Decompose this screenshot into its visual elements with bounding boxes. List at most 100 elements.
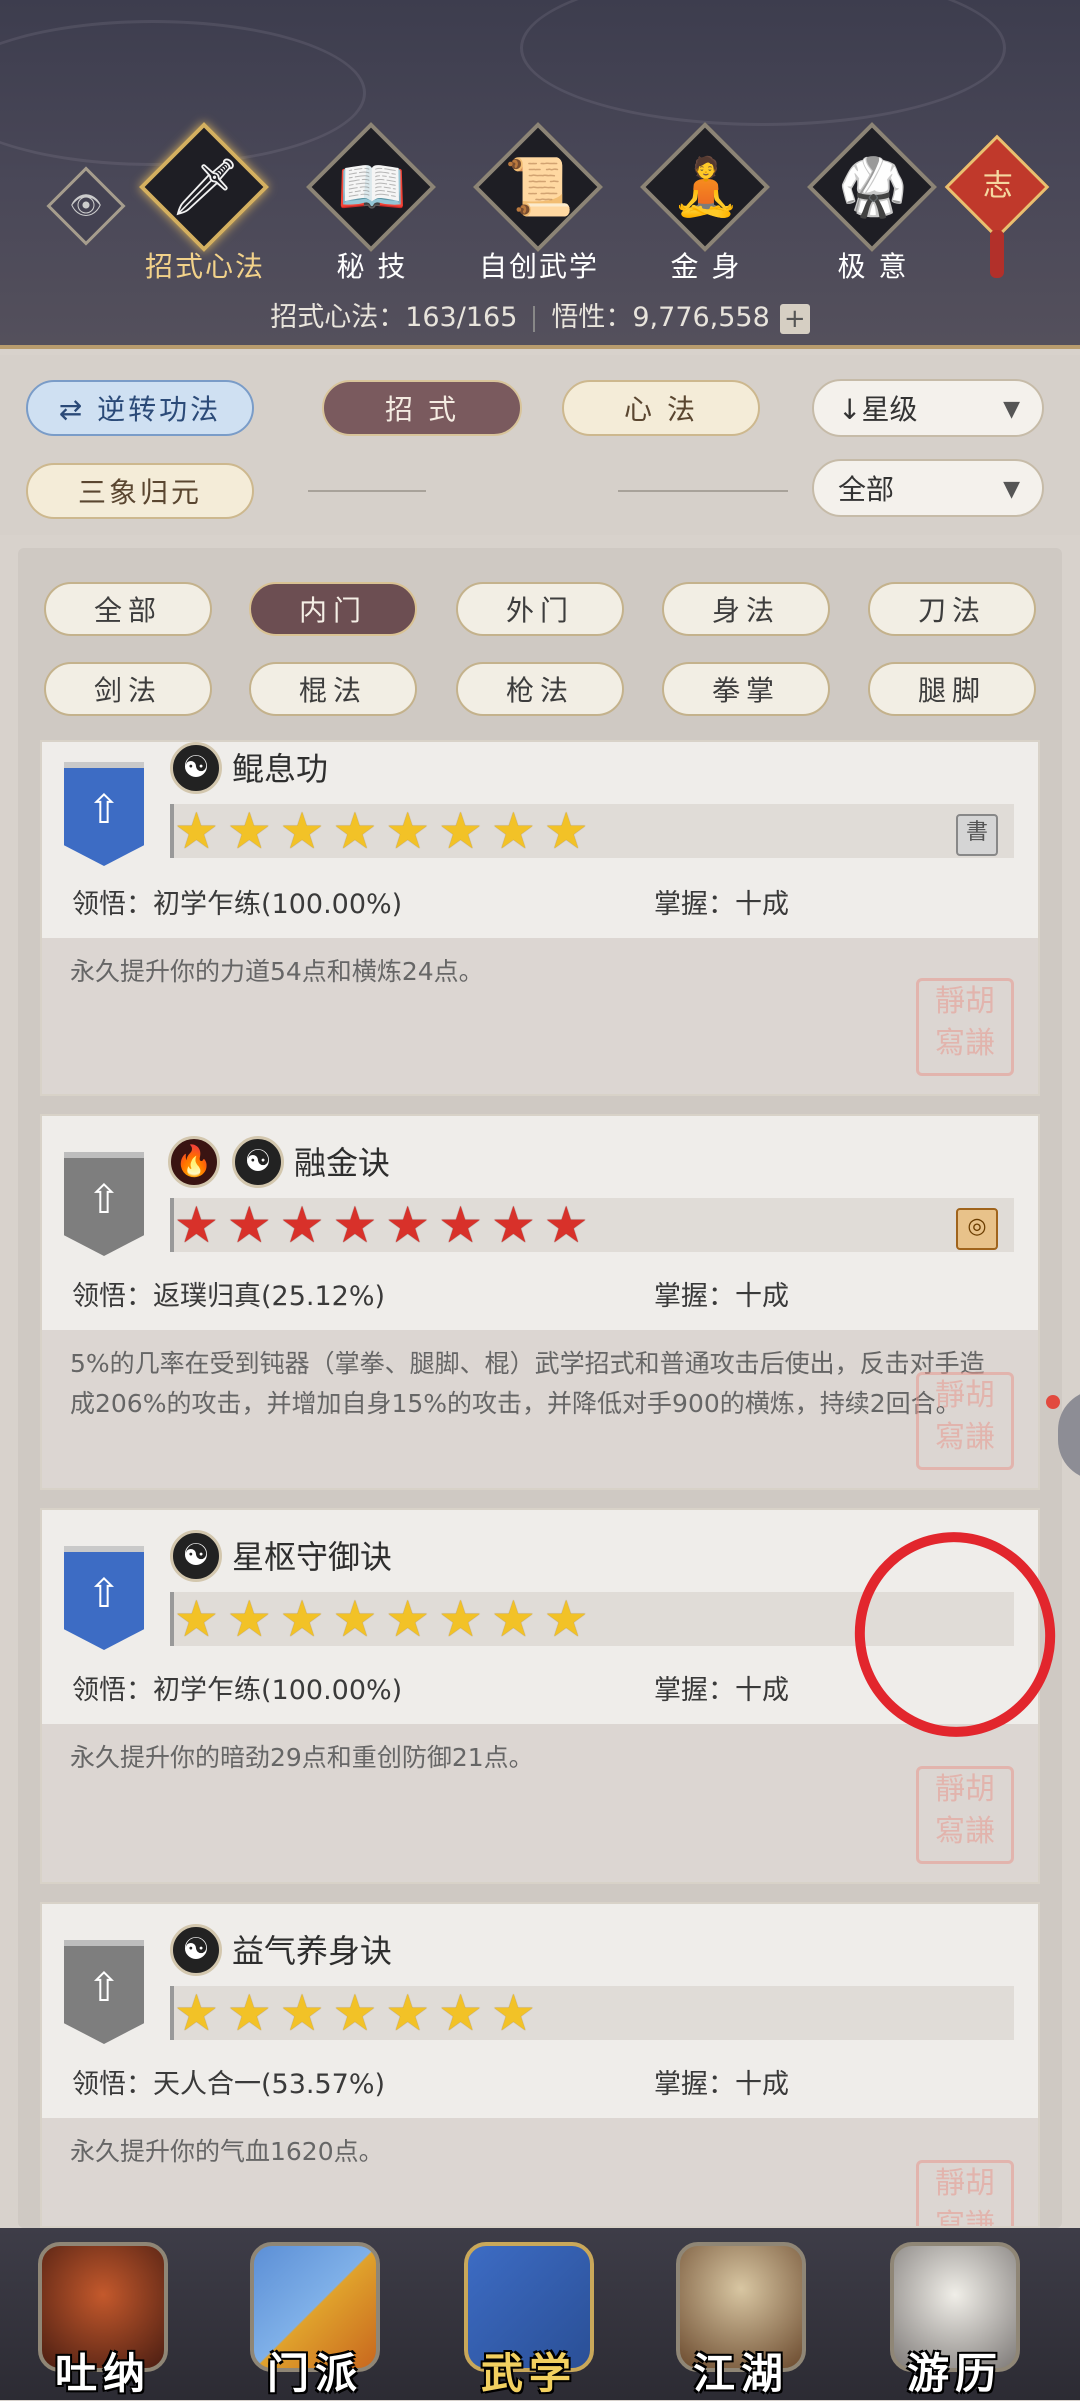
tab-zhaoshi-xinfa[interactable]: 🗡 招式心法 [130,121,280,285]
upgrade-arrow-icon: ⇧ [87,1177,121,1223]
comprehension: 领悟：返璞归真(25.12%) [72,1281,386,1312]
seal-stamp-icon: 靜胡 寫謙 [916,1766,1014,1864]
nav-youli[interactable]: 游历 [880,2228,1030,2400]
comprehension: 领悟：初学乍练(100.00%) [72,889,403,920]
skill-name: 益气养身诀 [232,1932,393,1970]
tab-label: 自创武学 [478,250,599,283]
meditation-icon: 🧘 [671,155,741,220]
category-daofa[interactable]: 刀法 [868,582,1036,636]
category-waimen[interactable]: 外门 [456,582,624,636]
tab-zhaoshi[interactable]: 招 式 [322,380,522,436]
spiral-badge-icon[interactable]: ◎ [956,1208,998,1250]
skill-description-box: 永久提升你的气血1620点。 [42,2118,1038,2226]
eye-toggle-button[interactable]: 👁 [46,166,126,246]
add-insight-button[interactable]: + [779,303,810,334]
skill-description-box: 5%的几率在受到钝器（掌拳、腿脚、棍）武学招式和普通攻击后使出，反击对手造成20… [42,1330,1038,1488]
skill-name: 融金诀 [294,1144,391,1182]
skill-description-box: 永久提升你的暗劲29点和重创防御21点。 [42,1724,1038,1882]
tab-jinshen[interactable]: 🧘 金 身 [631,121,781,285]
skill-card[interactable]: ⇧ 🔥 ☯ 融金诀 ★★★★★★★★ ◎ 领悟：返璞归真(25.12%) 掌握：… [40,1114,1040,1490]
category-qiangfa[interactable]: 枪法 [456,662,624,716]
nav-wuxue[interactable]: 武学 [454,2228,604,2400]
chevron-down-icon: ▼ [1003,397,1020,422]
swap-icon: ⇄ [58,393,98,426]
knot-label: 志 [982,168,1013,204]
cloud-decoration [520,0,1006,126]
skill-name: 鲲息功 [232,750,329,788]
nav-label: 江湖 [692,2349,789,2398]
stars: ★★★★★★★ [174,1984,544,2042]
tab-label: 极 意 [837,250,909,283]
martial-stance-icon: 🥋 [838,155,908,220]
nav-label: 吐纳 [54,2349,151,2398]
skill-card[interactable]: ⇧ ☯ 益气养身诀 ★★★★★★★ 领悟：天人合一(53.57%) 掌握：十成 … [40,1902,1040,2228]
skill-rank-banner: ⇧ [64,762,144,866]
star-rating: ★★★★★★★★ 書 [170,804,1014,858]
nav-label: 门派 [266,2349,363,2398]
skill-description: 永久提升你的气血1620点。 [70,2137,384,2166]
filter-bar: ⇄ 逆转功法 招 式 心 法 ↓星级 ▼ 三象归元 全部 ▼ [0,355,1080,535]
upgrade-arrow-icon: ⇧ [87,787,121,833]
skill-card[interactable]: ⇧ ☯ 鲲息功 ★★★★★★★★ 書 领悟：初学乍练(100.00%) 掌握：十… [40,740,1040,1096]
nav-label: 武学 [480,2349,577,2398]
comprehension: 领悟：天人合一(53.57%) [72,2069,386,2100]
category-shenfa[interactable]: 身法 [662,582,830,636]
sanxiang-label: 三象归元 [77,476,202,509]
sort-dropdown-label: 星级 [861,393,918,426]
tab-label: 秘 技 [336,250,408,283]
mastery: 掌握：十成 [654,2069,789,2100]
seal-stamp-icon: 靜胡 寫謙 [916,2160,1014,2226]
scope-dropdown-label: 全部 [838,473,895,506]
fire-icon: 🔥 [168,1136,220,1188]
divider [533,305,536,332]
star-rating: ★★★★★★★★ ◎ [170,1198,1014,1252]
nav-tuna[interactable]: 吐纳 [28,2228,178,2400]
skill-rank-banner: ⇧ [64,1152,144,1256]
reverse-skill-button[interactable]: ⇄ 逆转功法 [26,380,254,436]
skill-count: 招式心法：163/165 [270,302,518,333]
tab-miji[interactable]: 📖 秘 技 [297,121,447,285]
chinese-knot-button[interactable]: 志 [944,134,1050,240]
seal-stamp-icon: 靜胡 寫謙 [916,978,1014,1076]
tab-label: 金 身 [670,250,742,283]
divider-line [618,490,788,492]
seal-stamp-icon: 靜胡 寫謙 [916,1372,1014,1470]
sort-arrow-icon: ↓ [838,393,862,426]
category-gunfa[interactable]: 棍法 [249,662,417,716]
tab-zhaoshi-label: 招 式 [385,393,459,426]
tab-zichuang-wuxue[interactable]: 📜 自创武学 [464,121,614,285]
mastery: 掌握：十成 [654,1281,789,1312]
skill-description: 永久提升你的暗劲29点和重创防御21点。 [70,1743,534,1772]
category-neimen[interactable]: 内门 [249,582,417,636]
category-all[interactable]: 全部 [44,582,212,636]
category-quanzhang[interactable]: 拳掌 [662,662,830,716]
divider-line [308,490,426,492]
upgrade-arrow-icon: ⇧ [87,1965,121,2011]
yin-yang-icon: ☯ [170,742,222,794]
tab-label: 招式心法 [144,250,265,283]
sort-dropdown[interactable]: ↓星级 ▼ [812,379,1044,437]
tab-jiyi[interactable]: 🥋 极 意 [798,121,948,285]
notification-dot [1046,1395,1060,1409]
stars: ★★★★★★★★ [174,802,597,860]
stats-line: 招式心法：163/165 悟性：9,776,558 + [0,295,1080,334]
eye-icon: 👁 [69,191,103,221]
nav-jianghu[interactable]: 江湖 [666,2228,816,2400]
tab-xinfa[interactable]: 心 法 [562,380,760,436]
book-icon: 📖 [337,155,407,220]
skill-description-box: 永久提升你的力道54点和横炼24点。 [42,938,1038,1094]
comprehension: 领悟：初学乍练(100.00%) [72,1675,403,1706]
yin-yang-icon: ☯ [170,1530,222,1582]
tassel-decoration [990,230,1004,278]
sanxiang-guiyuan-button[interactable]: 三象归元 [26,463,254,519]
yin-yang-icon: ☯ [170,1924,222,1976]
skill-rank-banner: ⇧ [64,1546,144,1650]
skill-description: 永久提升你的力道54点和横炼24点。 [70,957,484,986]
yin-yang-icon: ☯ [232,1136,284,1188]
category-tuijiao[interactable]: 腿脚 [868,662,1036,716]
tab-xinfa-label: 心 法 [624,393,698,426]
nav-menpai[interactable]: 门派 [240,2228,390,2400]
category-jianfa[interactable]: 剑法 [44,662,212,716]
scope-dropdown[interactable]: 全部 ▼ [812,459,1044,517]
scroll-badge-icon[interactable]: 書 [956,814,998,856]
